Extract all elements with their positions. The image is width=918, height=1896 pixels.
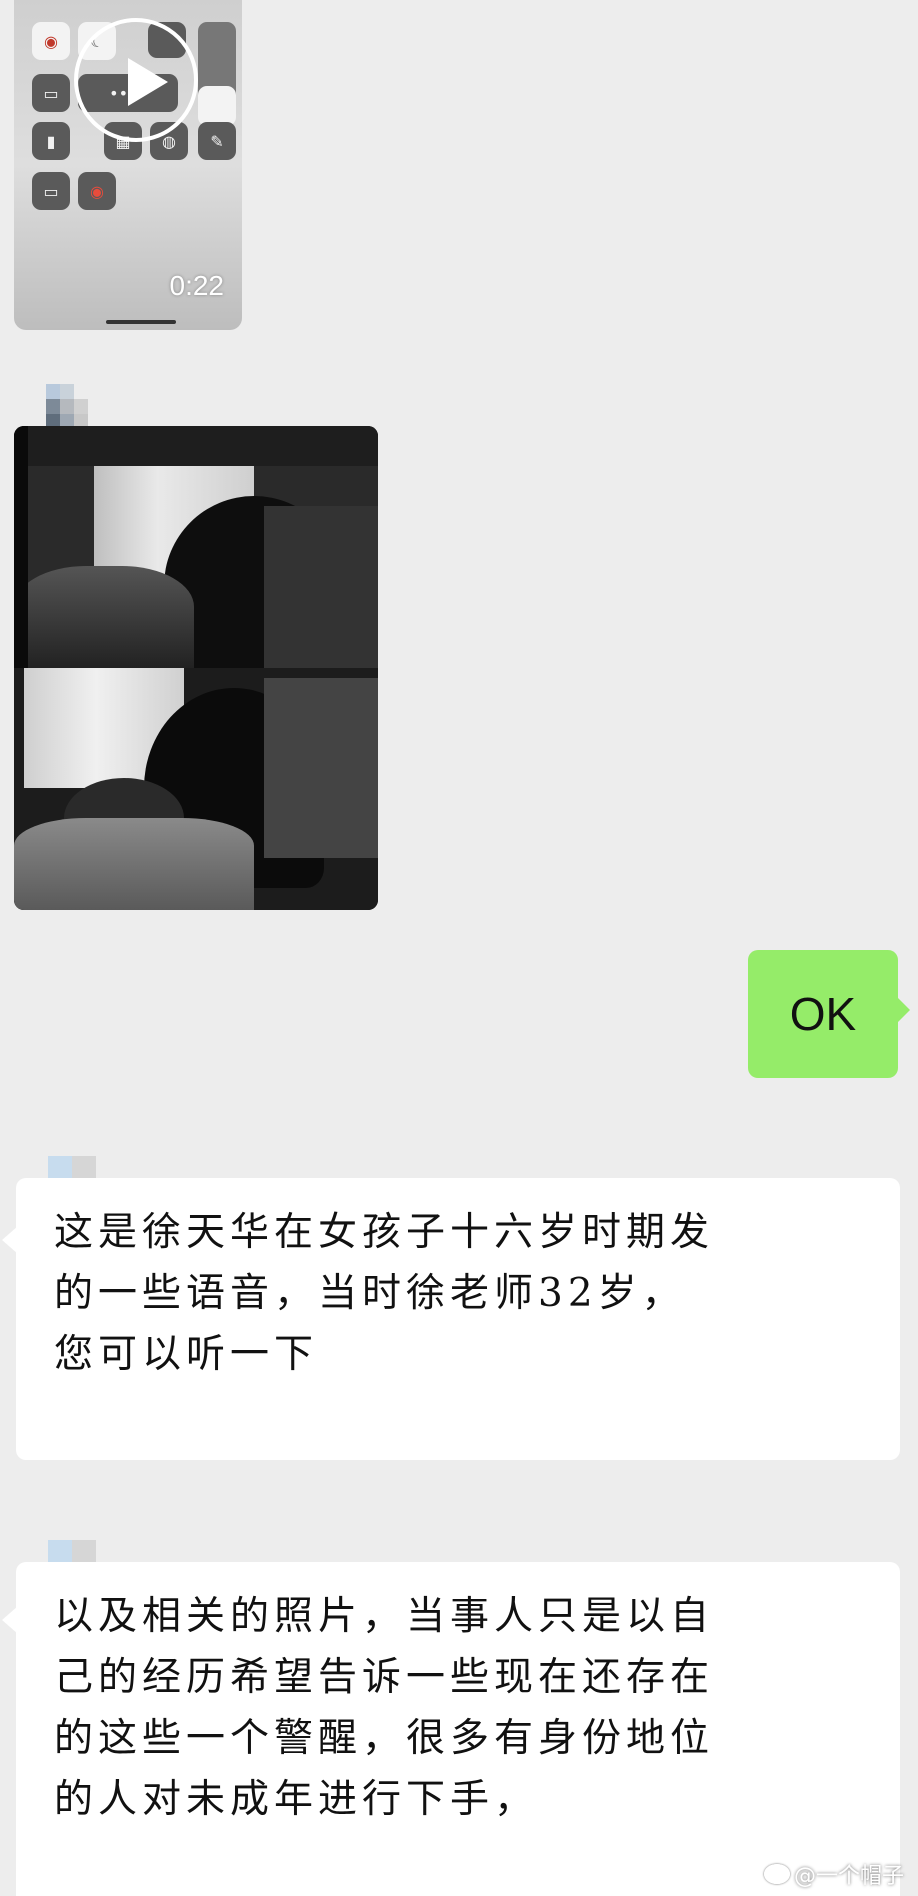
volume-level-tile <box>198 86 236 126</box>
sender-avatar[interactable] <box>48 1540 96 1562</box>
pillow <box>264 506 378 668</box>
message-line: 以及相关的照片，当事人只是以自 <box>54 1594 715 1639</box>
message-text: OK <box>789 988 857 1040</box>
flashlight-tile: ▮ <box>32 122 70 160</box>
notes-tile: ✎ <box>198 122 236 160</box>
message-line: 的这些一个警醒，很多有身份地位 <box>54 1716 715 1761</box>
photo-bottom <box>14 668 378 910</box>
home-indicator <box>106 320 176 324</box>
pillow <box>264 678 378 858</box>
bubble-tail <box>896 996 910 1024</box>
avatar-pixel <box>72 1156 96 1178</box>
screen-mirror-tile: ▭ <box>32 74 70 112</box>
watermark: @一个帽子 <box>763 1858 904 1890</box>
avatar-pixel <box>72 1540 96 1562</box>
bed-sheet <box>14 818 254 910</box>
video-duration: 0:22 <box>169 270 225 301</box>
rotation-lock-tile: ◉ <box>32 22 70 60</box>
avatar-pixel <box>74 399 88 414</box>
video-message[interactable]: ◉ ☾ ▭ •••• ▮ ▦ ◍ ✎ ▭ ◉ 0:22 <box>14 0 242 330</box>
weibo-icon <box>763 1864 790 1884</box>
photo-message[interactable] <box>14 426 378 910</box>
avatar-pixel <box>60 384 74 399</box>
avatar-pixel <box>46 384 60 399</box>
message-line: 己的经历希望告诉一些现在还存在 <box>54 1655 715 1700</box>
battery-tile: ▭ <box>32 172 70 210</box>
message-line: 您可以听一下 <box>54 1332 319 1377</box>
play-button[interactable] <box>74 18 198 142</box>
avatar-pixel <box>46 399 60 414</box>
photo-top <box>14 426 378 668</box>
incoming-message-bubble[interactable]: 这是徐天华在女孩子十六岁时期发 的一些语音，当时徐老师32岁， 您可以听一下 <box>16 1178 900 1460</box>
sender-avatar[interactable] <box>48 1156 96 1178</box>
play-icon <box>128 58 168 106</box>
sender-avatar[interactable] <box>46 384 126 430</box>
outgoing-message-bubble[interactable]: OK <box>748 950 898 1078</box>
avatar-pixel <box>48 1540 72 1562</box>
edge-shadow <box>14 426 28 668</box>
ceiling-shadow <box>14 426 378 466</box>
incoming-message-bubble[interactable]: 以及相关的照片，当事人只是以自 己的经历希望告诉一些现在还存在 的这些一个警醒，… <box>16 1562 900 1896</box>
message-line: 这是徐天华在女孩子十六岁时期发 <box>54 1210 715 1255</box>
avatar-pixel <box>60 399 74 414</box>
message-line: 的人对未成年进行下手， <box>54 1777 539 1822</box>
watermark-text: @一个帽子 <box>793 1864 904 1889</box>
avatar-pixel <box>48 1156 72 1178</box>
bed-sheet <box>14 566 194 668</box>
message-line: 的一些语音，当时徐老师32岁， <box>54 1271 686 1316</box>
record-tile: ◉ <box>78 172 116 210</box>
